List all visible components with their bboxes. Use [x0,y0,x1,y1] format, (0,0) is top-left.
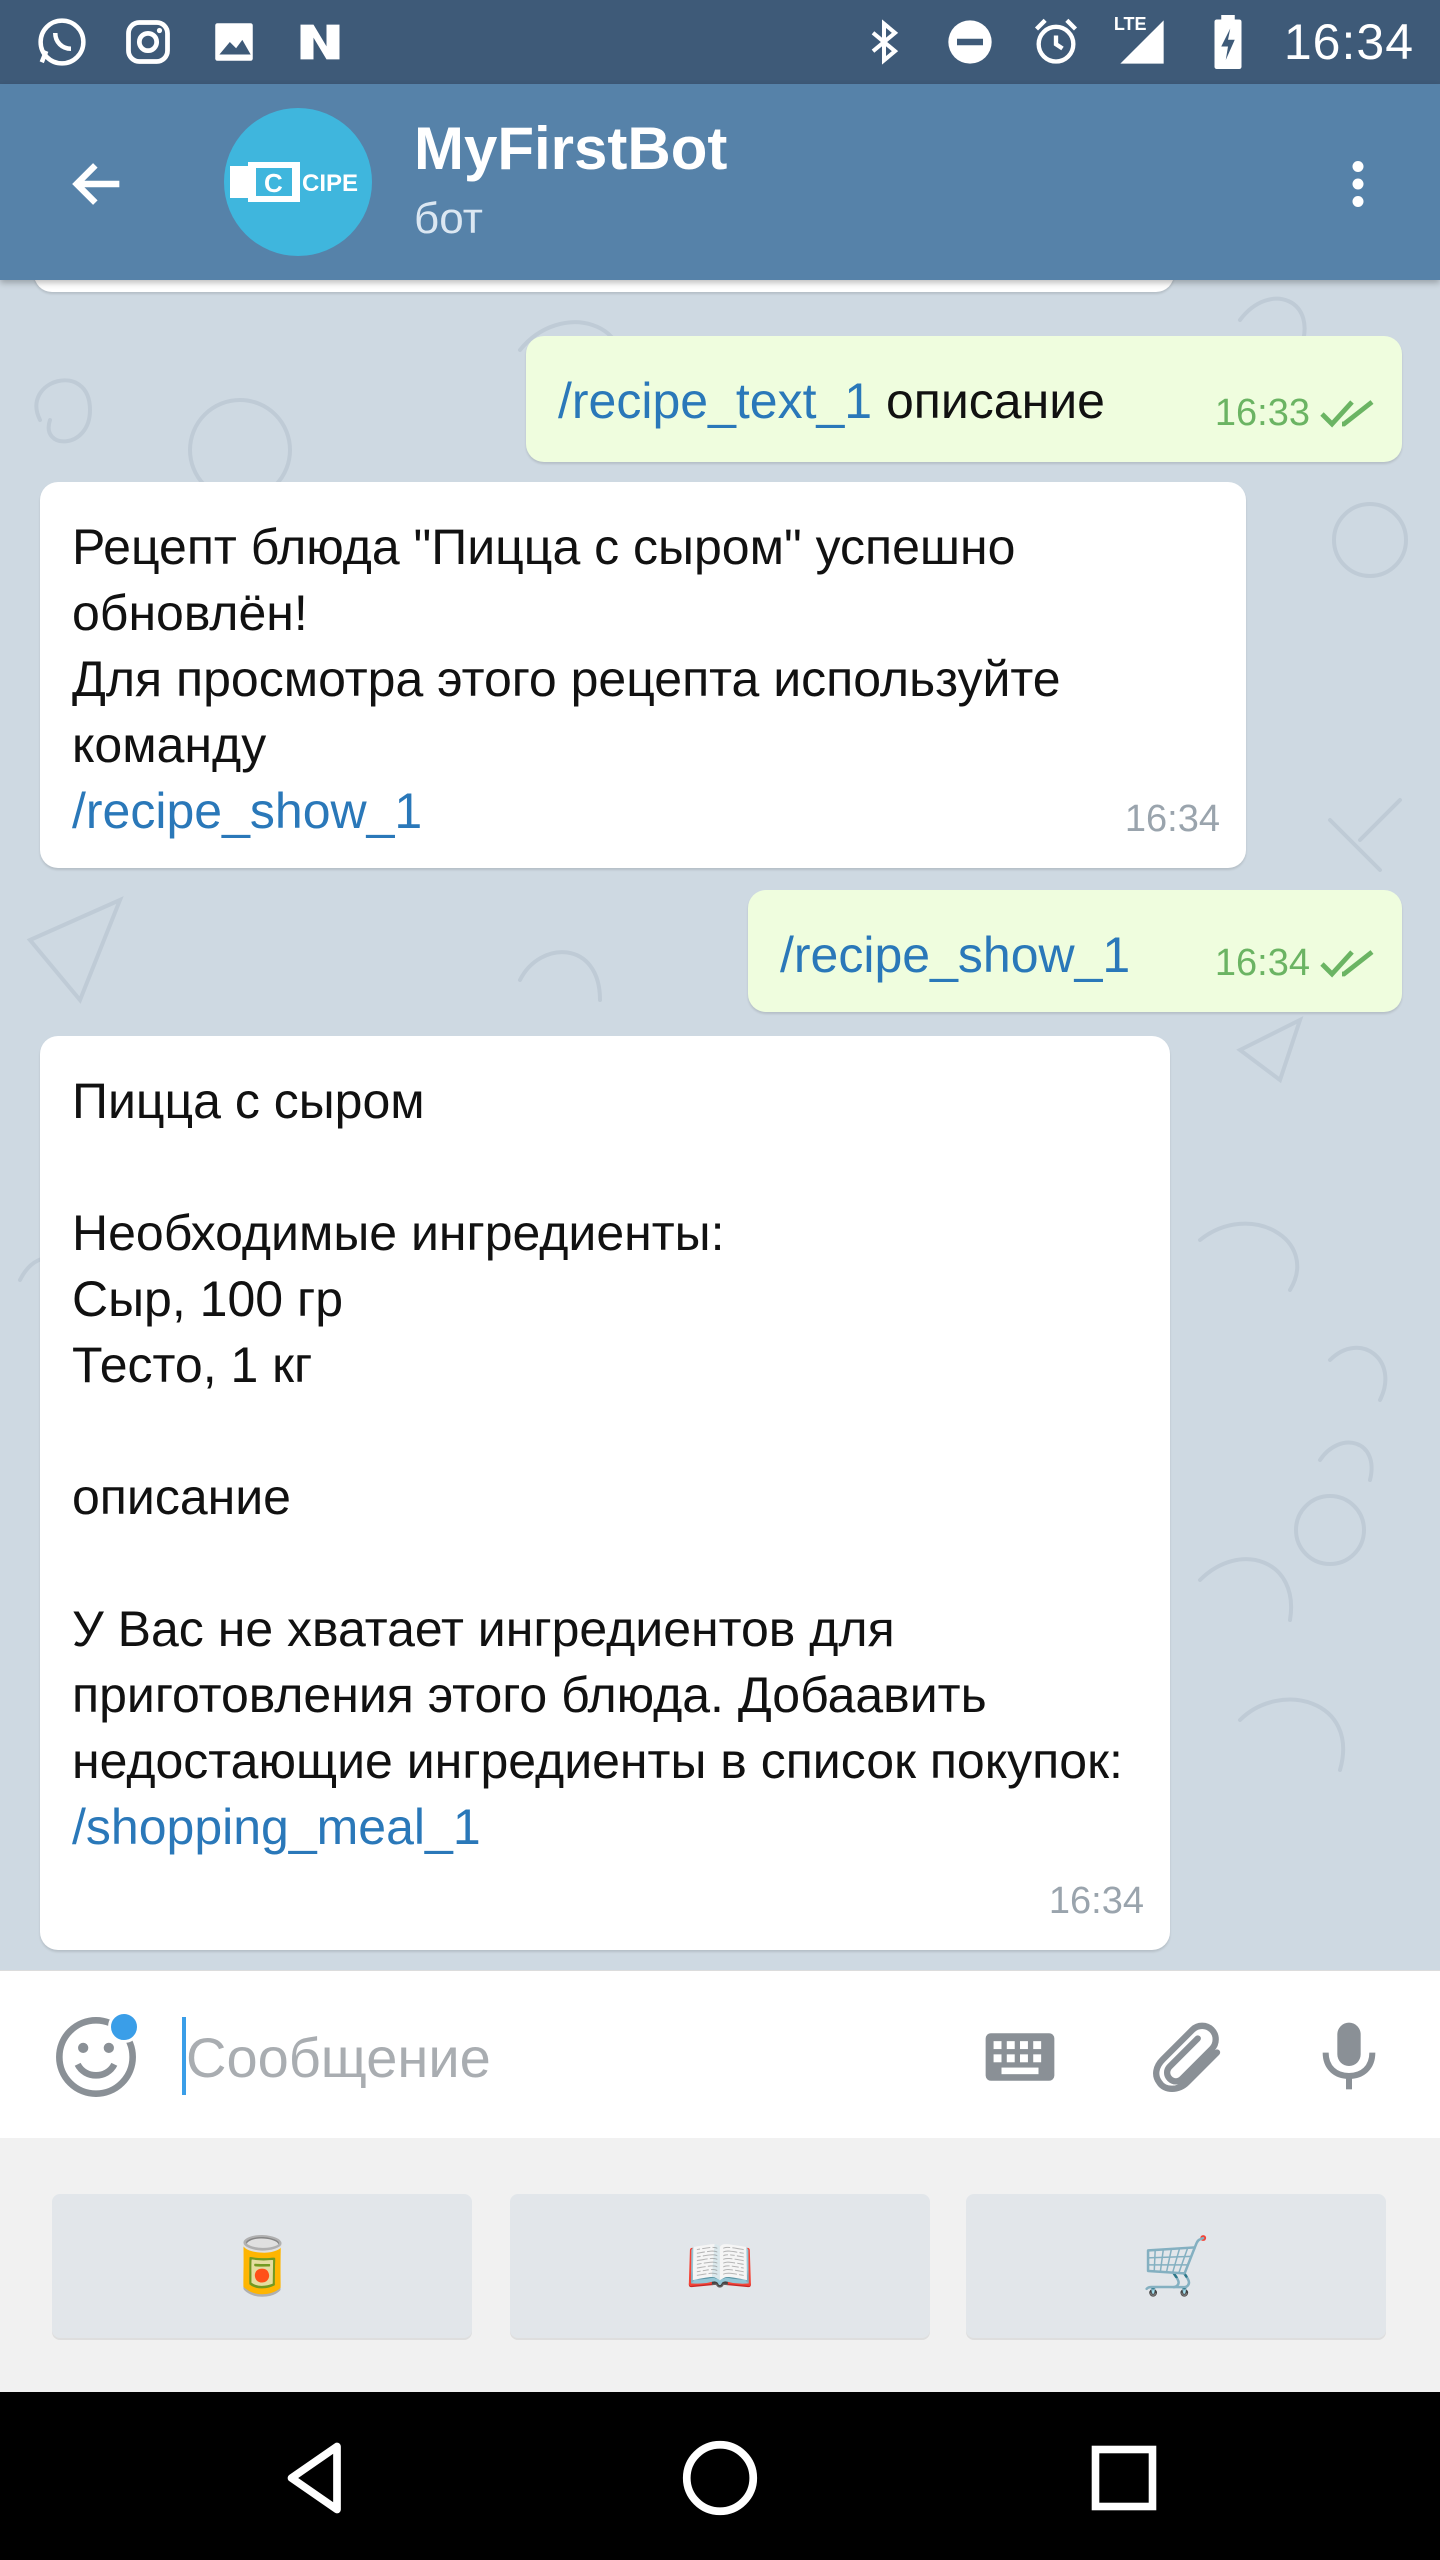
message-bubble-outgoing[interactable]: /recipe_text_1 описание 16:33 [526,336,1402,462]
bot-avatar[interactable]: C CIPE [224,108,372,256]
message-time: 16:34 [1214,942,1310,984]
notification-icons [32,10,350,74]
status-time: 16:34 [1283,14,1414,70]
command-link[interactable]: /recipe_text_1 [558,373,872,429]
paperclip-icon [1153,2022,1221,2092]
chat-title: MyFirstBot [414,115,728,182]
svg-text:C: C [264,168,283,198]
whatsapp-icon [32,12,92,72]
message-time: 16:33 [1214,392,1310,434]
do-not-disturb-icon [940,12,1000,72]
bot-key-recipe-book[interactable]: 📖 [510,2194,930,2338]
recents-square-icon [1091,2445,1157,2511]
battery-icon [1198,12,1258,72]
gallery-icon [204,12,264,72]
instagram-icon [118,12,178,72]
nav-recents-button[interactable] [1074,2428,1174,2528]
microphone-icon [1322,2022,1376,2090]
recipe-logo-icon: C CIPE [230,162,358,202]
command-link[interactable]: /shopping_meal_1 [72,1799,481,1855]
message-bubble-incoming[interactable]: Рецепт блюда "Пицца с сыром" успешно обн… [40,482,1246,868]
signal-icon: LTE [1112,12,1172,72]
nav-home-button[interactable] [670,2428,770,2528]
bot-key-shopping-cart[interactable]: 🛒 [966,2194,1386,2338]
keyboard-icon [985,2033,1055,2081]
arrow-left-icon [72,163,120,205]
shopping-cart-icon: 🛒 [1141,2234,1211,2297]
double-check-icon [1320,950,1374,978]
bot-reply-keyboard: 🥫 📖 🛒 [0,2138,1440,2392]
message-input[interactable] [186,2015,906,2099]
message-text: Рецепт блюда "Пицца с сыром" успешно обн… [72,519,1061,839]
message-text: Пицца с сыром Необходимые ингредиенты: С… [72,1073,1123,1855]
system-icons: LTE 16:34 [854,10,1414,74]
canned-food-icon: 🥫 [227,2234,297,2297]
system-navigation-bar [0,2392,1440,2560]
command-link[interactable]: /recipe_show_1 [72,783,422,839]
message-time: 16:34 [1048,1880,1144,1922]
open-book-icon: 📖 [685,2234,755,2297]
chat-subtitle: бот [414,194,483,243]
message-meta: 16:34 [1125,786,1220,852]
back-button[interactable] [56,142,140,226]
n-app-icon [290,12,350,72]
bot-keyboard-toggle-button[interactable] [980,2017,1060,2097]
status-bar: LTE 16:34 [0,0,1440,84]
back-triangle-icon [287,2442,341,2514]
message-composer [0,1970,1440,2138]
command-link[interactable]: /recipe_show_1 [780,927,1130,983]
message-list[interactable]: /recipe_text_1 описание 16:33 Рецепт блю… [0,280,1440,1970]
network-type: LTE [1113,14,1147,34]
bluetooth-icon [854,12,914,72]
double-check-icon [1320,400,1374,428]
voice-record-button[interactable] [1304,2011,1394,2101]
svg-text:CIPE: CIPE [302,170,358,197]
message-meta: 16:34 [1215,930,1376,996]
message-meta: 16:34 [1049,1868,1144,1934]
message-meta: 16:33 [1215,380,1376,446]
message-bubble-incoming[interactable]: Пицца с сыром Необходимые ингредиенты: С… [40,1036,1170,1950]
message-time: 16:34 [1124,798,1220,840]
new-stickers-badge [108,2011,140,2043]
nav-back-button[interactable] [266,2428,366,2528]
bot-key-canned-food[interactable]: 🥫 [52,2194,472,2338]
message-bubble-partial[interactable] [34,280,1174,292]
more-vertical-icon [1352,161,1364,207]
more-options-button[interactable] [1316,142,1400,226]
chat-header: C CIPE MyFirstBot бот [0,84,1440,280]
home-circle-icon [682,2440,758,2516]
alarm-icon [1026,12,1086,72]
attach-button[interactable] [1144,2011,1234,2101]
message-bubble-outgoing[interactable]: /recipe_show_1 16:34 [748,890,1402,1012]
